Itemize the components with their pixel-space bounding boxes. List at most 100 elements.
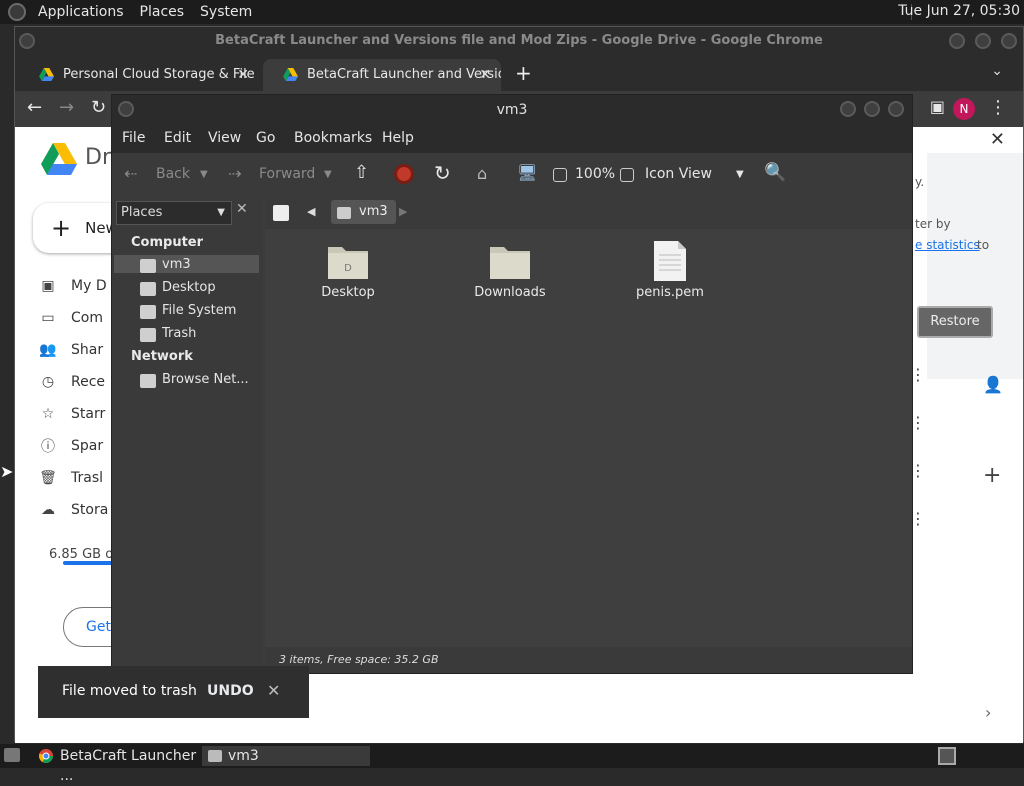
view-mode-select[interactable]: Icon View bbox=[645, 166, 712, 182]
sidebar-item-trash[interactable]: Trash bbox=[162, 326, 196, 341]
new-tab-button[interactable]: + bbox=[515, 61, 532, 85]
storage-text: 6.85 GB of bbox=[49, 547, 118, 562]
edit-location-icon[interactable] bbox=[273, 205, 289, 221]
system-logo-icon[interactable] bbox=[8, 3, 26, 21]
contacts-icon[interactable]: 👤 bbox=[983, 375, 1003, 394]
task-chrome[interactable]: BetaCraft Launcher ... bbox=[34, 746, 200, 784]
tab-close-icon[interactable]: ✕ bbox=[479, 59, 491, 91]
file-item-downloads[interactable]: Downloads bbox=[450, 241, 570, 300]
forward-button[interactable]: Forward bbox=[259, 166, 315, 182]
menu-places[interactable]: Places bbox=[140, 4, 185, 20]
sidebar-item-vm3[interactable]: vm3 bbox=[162, 257, 191, 272]
tab-personal-cloud[interactable]: Personal Cloud Storage & File ✕ bbox=[19, 59, 259, 91]
window-menu-icon[interactable] bbox=[118, 101, 134, 117]
menu-system[interactable]: System bbox=[200, 4, 252, 20]
back-history-chevron-icon[interactable]: ▼ bbox=[200, 169, 208, 180]
tab-betacraft[interactable]: BetaCraft Launcher and Versio ✕ bbox=[263, 59, 501, 91]
stop-icon[interactable] bbox=[394, 164, 414, 184]
maximize-icon[interactable] bbox=[975, 33, 991, 49]
path-right-arrow-icon[interactable]: ▶ bbox=[399, 205, 407, 218]
search-icon[interactable]: 🔍 bbox=[764, 162, 786, 183]
undo-button[interactable]: UNDO bbox=[207, 683, 254, 699]
menu-bookmarks[interactable]: Bookmarks bbox=[294, 130, 372, 146]
minimize-icon[interactable] bbox=[949, 33, 965, 49]
card-text-line3: to bbox=[977, 238, 990, 252]
path-left-arrow-icon[interactable]: ◀ bbox=[307, 205, 315, 218]
tab-search-chevron-icon[interactable]: ⌄ bbox=[991, 63, 1003, 79]
menubar: File Edit View Go Bookmarks Help bbox=[112, 125, 912, 153]
side-panel-icon[interactable]: ▣ bbox=[930, 97, 945, 116]
close-icon[interactable] bbox=[888, 101, 904, 117]
window-menu-icon[interactable] bbox=[19, 33, 35, 49]
statistics-link[interactable]: e statistics bbox=[915, 238, 980, 252]
view-mode-chevron-icon[interactable]: ▼ bbox=[736, 169, 744, 180]
close-card-icon[interactable]: ✕ bbox=[990, 129, 1005, 150]
back-arrow-icon[interactable]: ⇠ bbox=[124, 164, 137, 183]
task-vm3[interactable]: vm3 bbox=[202, 746, 370, 766]
chrome-icon bbox=[39, 749, 53, 763]
menu-view[interactable]: View bbox=[208, 130, 241, 146]
forward-history-chevron-icon[interactable]: ▼ bbox=[324, 169, 332, 180]
add-addon-icon[interactable]: + bbox=[983, 463, 1001, 488]
sidebar-item-file-system[interactable]: File System bbox=[162, 303, 236, 318]
zoom-in-icon[interactable] bbox=[620, 168, 634, 182]
nav-label: Starr bbox=[71, 406, 106, 422]
workspace-switcher-icon[interactable] bbox=[938, 747, 956, 765]
top-panel: Applications Places System Tue Jun 27, 0… bbox=[0, 0, 1024, 24]
show-desktop-icon[interactable] bbox=[4, 748, 20, 762]
forward-arrow-icon[interactable]: ⇢ bbox=[228, 164, 241, 183]
my-drive-icon: ▣ bbox=[41, 278, 55, 294]
chevron-right-icon[interactable]: › bbox=[985, 703, 991, 722]
reload-icon[interactable]: ↻ bbox=[91, 97, 106, 118]
nav-starred[interactable]: ☆ Starr bbox=[39, 403, 106, 425]
nav-label: Com bbox=[71, 310, 103, 326]
close-sidebar-icon[interactable]: ✕ bbox=[236, 201, 248, 217]
nav-label: Rece bbox=[71, 374, 106, 390]
recent-icon: ◷ bbox=[41, 374, 55, 390]
places-combo-label: Places bbox=[121, 205, 163, 220]
menu-help[interactable]: Help bbox=[382, 130, 414, 146]
chevron-down-icon: ▼ bbox=[217, 207, 225, 218]
restore-button[interactable]: Restore bbox=[917, 306, 993, 338]
tab-close-icon[interactable]: ✕ bbox=[237, 59, 249, 91]
back-arrow-icon[interactable]: ← bbox=[27, 97, 42, 118]
menu-edit[interactable]: Edit bbox=[164, 130, 191, 146]
forward-arrow-icon[interactable]: → bbox=[59, 97, 74, 118]
menu-go[interactable]: Go bbox=[256, 130, 275, 146]
nav-my-drive[interactable]: ▣ My D bbox=[39, 275, 106, 297]
maximize-icon[interactable] bbox=[864, 101, 880, 117]
google-drive-logo-icon[interactable] bbox=[41, 143, 77, 175]
file-name: penis.pem bbox=[636, 285, 704, 300]
places-combo[interactable]: Places ▼ bbox=[116, 201, 232, 225]
minimize-icon[interactable] bbox=[840, 101, 856, 117]
profile-avatar[interactable]: N bbox=[953, 98, 975, 120]
file-item-desktop[interactable]: D Desktop bbox=[288, 241, 408, 300]
status-bar: 3 items, Free space: 35.2 GB bbox=[265, 647, 912, 673]
menu-file[interactable]: File bbox=[122, 130, 145, 146]
nav-shared[interactable]: 👥 Shar bbox=[39, 339, 103, 361]
close-toast-icon[interactable]: ✕ bbox=[267, 681, 280, 700]
menu-applications[interactable]: Applications bbox=[38, 4, 124, 20]
nav-computers[interactable]: ▭ Com bbox=[39, 307, 103, 329]
reload-icon[interactable]: ↻ bbox=[434, 161, 451, 185]
home-icon[interactable]: ⌂ bbox=[477, 164, 487, 183]
close-icon[interactable] bbox=[1001, 33, 1017, 49]
up-arrow-icon[interactable]: ⇧ bbox=[354, 162, 369, 183]
nav-trash[interactable]: 🗑 Trasl bbox=[39, 467, 103, 489]
nav-spam[interactable]: ⓘ Spar bbox=[39, 435, 103, 457]
nav-recent[interactable]: ◷ Rece bbox=[39, 371, 105, 393]
zoom-out-icon[interactable] bbox=[553, 168, 567, 182]
shared-icon: 👥 bbox=[39, 342, 57, 358]
document-icon bbox=[654, 241, 686, 281]
clock[interactable]: Tue Jun 27, 05:30 bbox=[898, 3, 1020, 19]
tab-label: Personal Cloud Storage & File bbox=[63, 67, 255, 82]
nav-storage[interactable]: ☁ Stora bbox=[39, 499, 108, 521]
back-button[interactable]: Back bbox=[156, 166, 190, 182]
sidebar-item-browse-network[interactable]: Browse Net... bbox=[162, 372, 249, 387]
path-label: vm3 bbox=[359, 204, 388, 219]
file-item-penis-pem[interactable]: penis.pem bbox=[610, 241, 730, 300]
kebab-menu-icon[interactable]: ⋮ bbox=[989, 97, 1007, 118]
computer-icon[interactable]: 🖥 bbox=[517, 163, 537, 182]
file-manager-title: vm3 bbox=[112, 95, 912, 125]
sidebar-item-desktop[interactable]: Desktop bbox=[162, 280, 216, 295]
